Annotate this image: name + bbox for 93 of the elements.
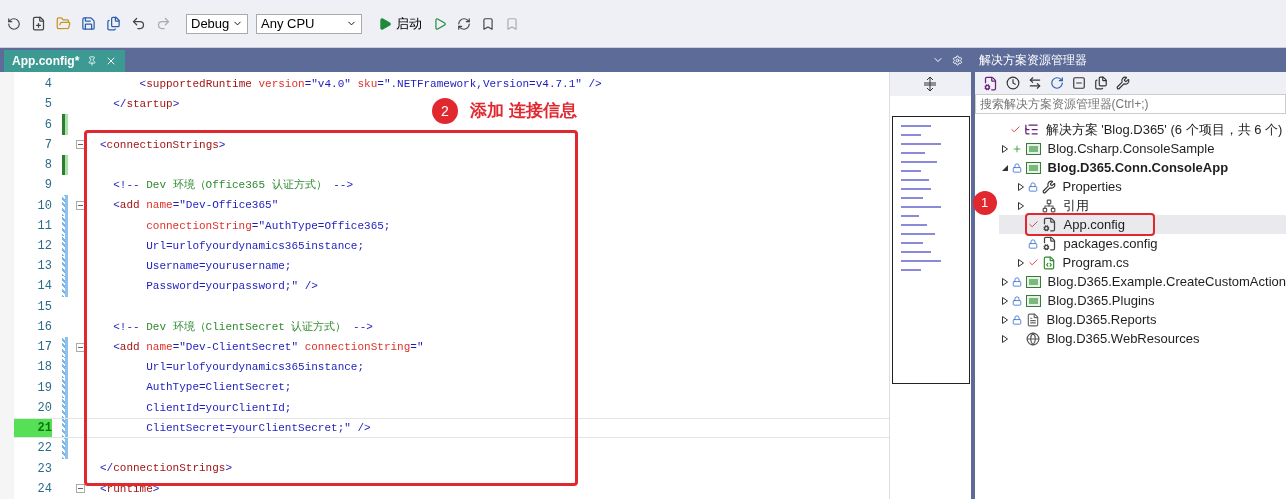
line-number: 14	[36, 278, 52, 296]
platform-dropdown[interactable]: Any CPU	[256, 13, 362, 34]
references-icon	[1041, 198, 1056, 213]
project-icon	[1025, 142, 1041, 155]
globe-icon	[1025, 331, 1040, 346]
refresh-icon[interactable]	[1049, 76, 1064, 90]
code-line: Url=urlofyourdynamics365instance;	[145, 360, 365, 376]
tree-item[interactable]: Properties	[998, 177, 1286, 196]
line-number: 5	[43, 96, 52, 114]
collapsed-arrow-icon[interactable]	[1016, 201, 1025, 210]
code-line: ClientSecret=yourClientSecret;" />	[145, 420, 371, 436]
collapsed-arrow-icon[interactable]	[1000, 315, 1009, 324]
code-minimap[interactable]	[891, 116, 970, 384]
line-number: 19	[36, 379, 52, 397]
line-number: 13	[36, 258, 52, 276]
line-number: 23	[36, 460, 52, 478]
collapsed-arrow-icon[interactable]	[1000, 334, 1009, 343]
line-number: 21	[14, 419, 52, 438]
line-number: 8	[43, 157, 52, 175]
code-file-icon	[1041, 255, 1056, 270]
sync-icon[interactable]	[1027, 76, 1042, 90]
tree-item[interactable]: Blog.D365.Example.CreateCustomAction	[998, 272, 1286, 291]
code-line: AuthType=ClientSecret;	[145, 380, 292, 396]
code-line: <!-- Dev 环境（Office365 认证方式） -->	[112, 178, 354, 194]
tree-item[interactable]: Program.cs	[998, 253, 1286, 272]
config-file-icon	[1041, 217, 1057, 232]
line-number: 15	[36, 298, 52, 316]
tree-item[interactable]: 引用	[998, 196, 1286, 215]
tree-item[interactable]: Blog.D365.Plugins	[998, 291, 1286, 310]
line-number: 24	[36, 480, 52, 498]
line-number: 11	[36, 217, 52, 235]
history-icon[interactable]	[1005, 76, 1020, 90]
code-line: <supportedRuntime version="v4.0" sku=".NETFramework,Version=v4.7.1" />	[138, 76, 602, 92]
collapsed-arrow-icon[interactable]	[1016, 182, 1025, 191]
line-number: 10	[36, 197, 52, 215]
collapsed-arrow-icon[interactable]	[1000, 277, 1009, 286]
wrench-icon	[1041, 179, 1056, 194]
collapsed-arrow-icon[interactable]	[1000, 144, 1009, 153]
code-line: <connectionStrings>	[100, 137, 226, 153]
code-line: <!-- Dev 环境（ClientSecret 认证方式） -->	[112, 319, 373, 335]
line-number: 7	[43, 136, 52, 154]
tree-item[interactable]: App.config	[998, 215, 1286, 234]
collapse-icon[interactable]	[75, 484, 85, 494]
tree-item[interactable]: Blog.D365.WebResources	[998, 329, 1286, 348]
line-number: 18	[36, 359, 52, 377]
code-line: Password=yourpassword;" />	[145, 279, 318, 295]
collapse-icon[interactable]	[75, 201, 85, 210]
collapsed-arrow-icon[interactable]	[1016, 258, 1025, 267]
tree-item[interactable]: Blog.D365.Reports	[998, 310, 1286, 329]
project-icon	[1025, 275, 1041, 288]
code-line: connectionString="AuthType=Office365;	[145, 218, 391, 234]
annotation-label: 添加 连接信息	[470, 100, 577, 123]
search-field[interactable]: 搜索解决方案资源管理器(Ctrl+;)	[974, 94, 1286, 114]
code-line: <add name="Dev-ClientSecret" connectionString="	[112, 339, 424, 355]
split-handle-icon[interactable]	[924, 77, 937, 91]
tree-item[interactable]: Blog.Csharp.ConsoleSample	[998, 139, 1286, 158]
config-file-icon	[1041, 236, 1057, 251]
solution-icon	[1023, 122, 1039, 137]
tree-item[interactable]: 解决方案 'Blog.D365' (6 个项目，共 6 个)	[998, 120, 1286, 139]
report-icon	[1025, 312, 1040, 327]
line-number: 9	[43, 177, 52, 195]
line-number: 20	[36, 399, 52, 417]
tree-item[interactable]: Blog.D365.Conn.ConsoleApp	[998, 158, 1286, 177]
collapse-icon[interactable]	[75, 140, 85, 150]
tree-item[interactable]: packages.config	[998, 234, 1286, 253]
settings-icon[interactable]	[951, 55, 963, 66]
collapse-all-icon[interactable]	[1071, 76, 1086, 90]
code-line: <add name="Dev-Office365"	[112, 198, 279, 214]
start-button[interactable]: 启动	[374, 13, 426, 34]
properties-icon[interactable]	[1115, 76, 1130, 90]
code-line: </connectionStrings>	[100, 461, 233, 477]
code-line: <runtime>	[100, 481, 160, 497]
line-number: 6	[43, 116, 52, 134]
line-number: 22	[36, 440, 52, 458]
step-badge: 2	[432, 98, 458, 124]
panel-title: 解决方案资源管理器	[974, 48, 1286, 72]
line-number: 12	[36, 238, 52, 255]
code-line: Url=urlofyourdynamics365instance;	[145, 238, 365, 254]
configuration-dropdown[interactable]: Debug	[186, 13, 248, 34]
collapsed-arrow-icon[interactable]	[1000, 296, 1009, 305]
expanded-arrow-icon[interactable]	[1000, 163, 1009, 172]
code-line: ClientId=yourClientId;	[145, 400, 292, 416]
collapse-icon[interactable]	[75, 342, 85, 352]
code-line: Username=yourusername;	[145, 258, 292, 274]
line-number: 16	[36, 318, 52, 336]
project-icon	[1025, 294, 1041, 307]
line-number: 4	[43, 76, 52, 94]
solution-view-icon[interactable]	[982, 75, 998, 91]
line-number: 17	[36, 339, 52, 357]
play-icon	[378, 16, 392, 31]
show-files-icon[interactable]	[1093, 76, 1108, 90]
project-icon	[1025, 161, 1041, 174]
code-line: </startup>	[112, 97, 180, 113]
